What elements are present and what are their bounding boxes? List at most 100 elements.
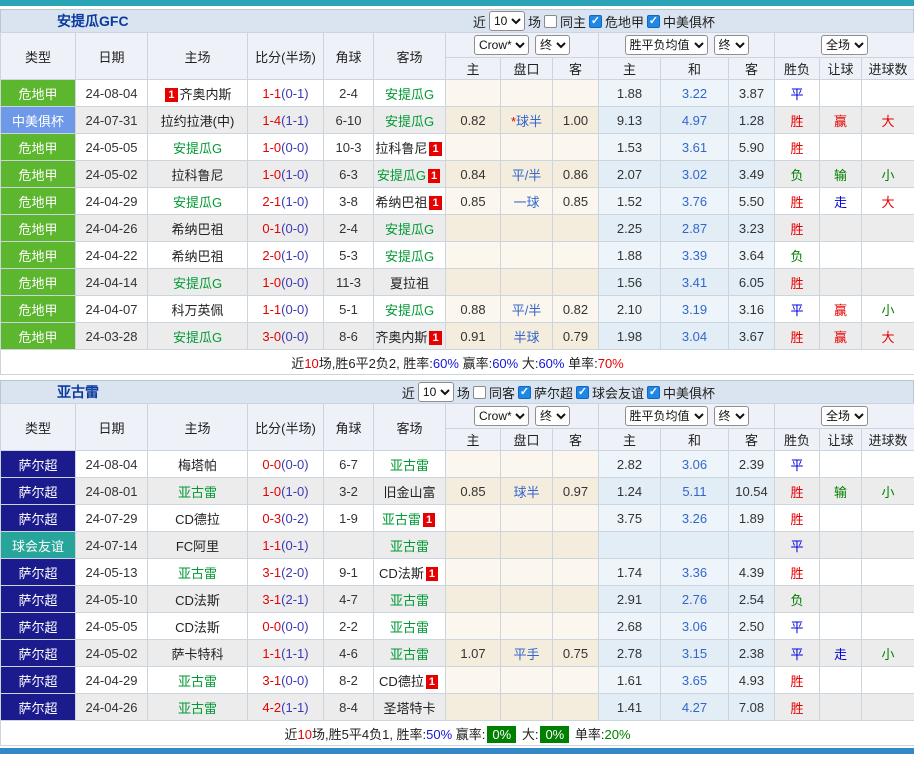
summary-text: 场,胜5平4负1, 胜率: xyxy=(312,727,426,742)
avg-home-odds: 2.91 xyxy=(599,586,661,613)
fulltime-score: 3-0 xyxy=(262,329,281,344)
avg-home-odds: 1.61 xyxy=(599,667,661,694)
crow-handicap xyxy=(501,215,553,242)
recent-count-select[interactable]: 10 xyxy=(418,382,454,402)
avg-home-odds: 2.82 xyxy=(599,451,661,478)
match-row: 萨尔超24-05-02萨卡特科1-1(1-1)4-6亚古雷1.07平手0.752… xyxy=(1,640,914,667)
result-handicap xyxy=(820,613,862,640)
avg-home-odds: 2.78 xyxy=(599,640,661,667)
same-venue-checkbox[interactable] xyxy=(544,15,557,28)
corner-score: 9-1 xyxy=(324,559,374,586)
halftime-score: (0-0) xyxy=(281,329,308,344)
away-team-name: 希纳巴祖 xyxy=(375,195,427,210)
away-team-name: 夏拉祖 xyxy=(390,276,429,291)
fulltime-score: 1-1 xyxy=(262,86,281,101)
avg-draw-odds: 2.87 xyxy=(661,215,729,242)
match-score: 2-0(1-0) xyxy=(248,242,324,269)
league-badge: 萨尔超 xyxy=(1,586,76,613)
sub-column-header: 客 xyxy=(729,429,775,451)
away-team-name: 旧金山富 xyxy=(383,485,435,500)
sub-column-header: 胜负 xyxy=(775,58,820,80)
result-handicap xyxy=(820,242,862,269)
result-handicap xyxy=(820,559,862,586)
match-row: 危地甲24-05-02拉科鲁尼1-0(1-0)6-3安提瓜G10.84平/半0.… xyxy=(1,161,914,188)
summary-text: 大: xyxy=(518,727,538,742)
avg-away-odds: 7.08 xyxy=(729,694,775,721)
avg-home-odds: 1.74 xyxy=(599,559,661,586)
away-team-cell: 安提瓜G1 xyxy=(374,161,446,188)
red-1-badge: 1 xyxy=(429,331,441,345)
crow-home-odds: 0.85 xyxy=(446,478,501,505)
avg-away-odds: 2.50 xyxy=(729,613,775,640)
result-handicap xyxy=(820,215,862,242)
home-team-name: 拉约拉港(中) xyxy=(161,114,235,129)
match-date: 24-04-07 xyxy=(76,296,148,323)
bookmaker-select[interactable]: Crow* xyxy=(474,35,529,55)
league-badge: 萨尔超 xyxy=(1,559,76,586)
avg-home-odds: 1.41 xyxy=(599,694,661,721)
bookmaker-state-select[interactable]: 终 xyxy=(535,406,570,426)
avg-home-odds: 1.52 xyxy=(599,188,661,215)
home-team-name: CD德拉 xyxy=(175,512,220,527)
crow-home-odds: 0.85 xyxy=(446,188,501,215)
crow-home-odds xyxy=(446,613,501,640)
avg-state-select[interactable]: 终 xyxy=(714,406,749,426)
home-team-cell: 拉科鲁尼 xyxy=(148,161,248,188)
match-score: 4-2(1-1) xyxy=(248,694,324,721)
avg-away-odds: 3.87 xyxy=(729,80,775,107)
halftime-score: (0-2) xyxy=(281,511,308,526)
avg-odds-select[interactable]: 胜平负均值 xyxy=(625,35,708,55)
corner-score: 2-4 xyxy=(324,215,374,242)
crow-home-odds xyxy=(446,586,501,613)
halftime-score: (1-0) xyxy=(281,194,308,209)
avg-home-odds: 1.88 xyxy=(599,80,661,107)
avg-home-odds: 1.56 xyxy=(599,269,661,296)
avg-draw-odds: 3.19 xyxy=(661,296,729,323)
away-team-name: 安提瓜G xyxy=(385,222,434,237)
league-filter-checkbox[interactable]: ✓ xyxy=(647,15,660,28)
home-team-name: 安提瓜G xyxy=(173,141,222,156)
match-row: 危地甲24-08-041齐奥内斯1-1(0-1)2-4安提瓜G1.883.223… xyxy=(1,80,914,107)
avg-away-odds: 10.54 xyxy=(729,478,775,505)
result-goals xyxy=(862,667,914,694)
avg-away-odds: 2.54 xyxy=(729,586,775,613)
bookmaker-state-select[interactable]: 终 xyxy=(535,35,570,55)
avg-state-select[interactable]: 终 xyxy=(714,35,749,55)
match-score: 1-0(0-0) xyxy=(248,134,324,161)
result-goals xyxy=(862,694,914,721)
halftime-score: (2-1) xyxy=(281,592,308,607)
halftime-score: (0-1) xyxy=(281,86,308,101)
home-team-name: 希纳巴祖 xyxy=(171,222,223,237)
result-handicap xyxy=(820,586,862,613)
scope-select[interactable]: 全场 xyxy=(821,406,868,426)
column-header: 比分(半场) xyxy=(248,33,324,80)
recent-count-select[interactable]: 10 xyxy=(489,11,525,31)
away-team-cell: 希纳巴祖1 xyxy=(374,188,446,215)
league-filter-checkbox[interactable]: ✓ xyxy=(589,15,602,28)
result-wdl: 平 xyxy=(775,451,820,478)
scope-select[interactable]: 全场 xyxy=(821,35,868,55)
sub-column-header: 盘口 xyxy=(501,429,553,451)
away-team-cell: 旧金山富 xyxy=(374,478,446,505)
halftime-score: (0-0) xyxy=(281,221,308,236)
red-1-badge: 1 xyxy=(423,513,435,527)
league-badge: 萨尔超 xyxy=(1,505,76,532)
percentage-badge: 0% xyxy=(540,726,569,743)
corner-score: 8-2 xyxy=(324,667,374,694)
league-filter-checkbox[interactable]: ✓ xyxy=(647,386,660,399)
same-venue-checkbox[interactable] xyxy=(473,386,486,399)
away-team-cell: 拉科鲁尼1 xyxy=(374,134,446,161)
league-badge: 萨尔超 xyxy=(1,694,76,721)
league-filter-checkbox[interactable]: ✓ xyxy=(518,386,531,399)
avg-odds-select[interactable]: 胜平负均值 xyxy=(625,406,708,426)
league-filter-checkbox[interactable]: ✓ xyxy=(576,386,589,399)
avg-draw-odds: 4.27 xyxy=(661,694,729,721)
match-history-tables: 安提瓜GFC近10场同主✓危地甲✓中美俱杯类型日期主场比分(半场)角球客场Cro… xyxy=(0,9,914,746)
avg-away-odds: 3.16 xyxy=(729,296,775,323)
halftime-score: (0-0) xyxy=(281,673,308,688)
avg-draw-odds: 3.41 xyxy=(661,269,729,296)
bookmaker-select[interactable]: Crow* xyxy=(474,406,529,426)
column-header: 日期 xyxy=(76,404,148,451)
sub-column-header: 客 xyxy=(729,58,775,80)
home-team-cell: 安提瓜G xyxy=(148,134,248,161)
